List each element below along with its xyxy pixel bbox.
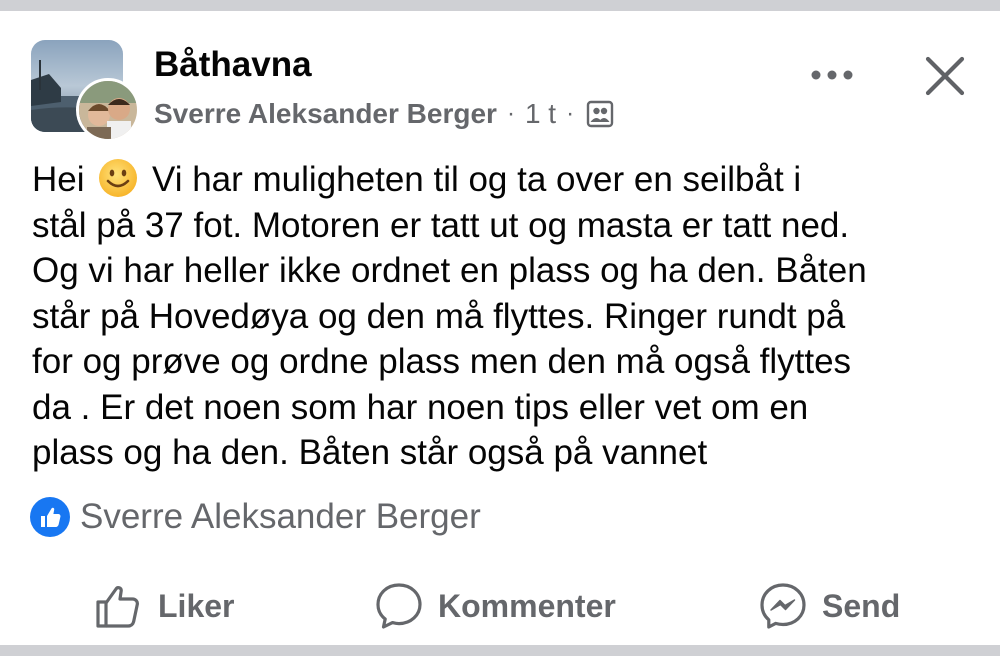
post-meta: Sverre Aleksander Berger · 1 t · — [154, 95, 614, 133]
meta-separator: · — [506, 100, 515, 127]
top-separator-band — [0, 0, 1000, 11]
group-name[interactable]: Båthavna — [154, 45, 312, 85]
messenger-icon — [758, 581, 808, 631]
author-avatar[interactable] — [76, 78, 140, 142]
meta-separator: · — [566, 100, 575, 127]
like-icon — [30, 497, 70, 537]
send-label: Send — [822, 587, 901, 624]
more-horizontal-icon — [810, 68, 854, 86]
like-label: Liker — [158, 587, 235, 624]
comment-button[interactable]: Kommenter — [374, 571, 616, 641]
thumbs-up-icon — [94, 581, 144, 631]
reactors-name: Sverre Aleksander Berger — [80, 497, 481, 536]
comment-label: Kommenter — [438, 587, 616, 624]
close-icon — [924, 55, 966, 102]
post-text-greeting: Hei — [32, 160, 85, 199]
smiley-emoji-icon — [98, 158, 138, 198]
author-name[interactable]: Sverre Aleksander Berger — [154, 98, 497, 130]
bottom-separator-band — [0, 645, 1000, 656]
like-button[interactable]: Liker — [94, 571, 234, 641]
send-button[interactable]: Send — [758, 571, 900, 641]
more-options-button[interactable] — [808, 53, 856, 101]
close-button[interactable] — [918, 51, 972, 105]
action-bar: Liker Kommenter Send — [0, 571, 1000, 641]
post-time[interactable]: 1 t — [525, 98, 556, 130]
comment-icon — [374, 581, 424, 631]
group-members-icon — [586, 100, 614, 128]
post-body: Hei Vi har muligheten til og ta over en … — [32, 157, 982, 476]
post-card: Båthavna Sverre Aleksander Berger · 1 t … — [0, 11, 1000, 645]
reaction-summary[interactable]: Sverre Aleksander Berger — [30, 495, 481, 539]
post-avatars[interactable] — [31, 40, 143, 144]
post-text-content: Vi har muligheten til og ta over en seil… — [32, 160, 867, 472]
